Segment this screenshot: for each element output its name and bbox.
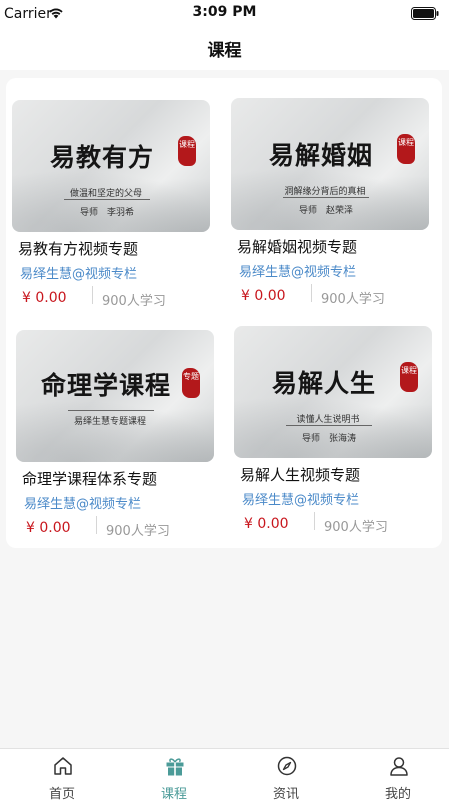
- thumbnail-teacher: 导师 赵荣泽: [298, 206, 353, 216]
- learner-count: 900人学习: [321, 292, 385, 307]
- course-card-yijie-rensheng[interactable]: 易解人生 课程 读懂人生说明书 导师 张海涛 易解人生视频专题 易绎生慧@视频专…: [234, 326, 439, 541]
- battery-icon: [411, 7, 439, 20]
- divider: [92, 286, 93, 304]
- course-author-link[interactable]: 易绎生慧@视频专栏: [239, 261, 356, 280]
- seal-icon: 课程: [178, 136, 196, 166]
- compass-icon: [277, 756, 297, 776]
- learner-count: 900人学习: [106, 524, 170, 539]
- course-card-yijie-hunyin[interactable]: 易解婚姻 课程 洞解缘分背后的真相 导师 赵荣泽 易解婚姻视频专题 易绎生慧@视…: [231, 98, 436, 313]
- thumbnail-title: 易解婚姻: [268, 141, 373, 170]
- user-icon: [390, 757, 408, 776]
- page-title: 课程: [207, 41, 242, 61]
- tab-label: 资讯: [272, 787, 299, 800]
- thumbnail-subtitle: 易绎生慧专题课程: [73, 417, 146, 427]
- tab-courses[interactable]: 课程: [118, 749, 230, 800]
- course-title[interactable]: 易教有方视频专题: [18, 238, 138, 259]
- course-title[interactable]: 易解人生视频专题: [240, 464, 360, 485]
- course-thumbnail[interactable]: 易解人生 课程 读懂人生说明书 导师 张海涛: [234, 326, 432, 458]
- course-price: ¥ 0.00: [22, 290, 67, 306]
- seal-icon: 课程: [400, 362, 418, 392]
- gift-icon: [166, 758, 184, 776]
- divider: [311, 284, 312, 302]
- course-thumbnail[interactable]: 易教有方 课程 做温和坚定的父母 导师 李羽希: [12, 100, 210, 232]
- tab-label: 首页: [48, 787, 75, 800]
- status-bar: Carrier 3:09 PM: [0, 0, 449, 26]
- divider-line: [286, 425, 372, 426]
- course-author-link[interactable]: 易绎生慧@视频专栏: [242, 489, 359, 508]
- seal-icon: 专题: [182, 368, 200, 398]
- course-price: ¥ 0.00: [241, 288, 286, 304]
- course-thumbnail[interactable]: 易解婚姻 课程 洞解缘分背后的真相 导师 赵荣泽: [231, 98, 429, 230]
- nav-bar: 课程: [0, 26, 449, 70]
- course-price: ¥ 0.00: [26, 520, 71, 536]
- course-card-yijiao[interactable]: 易教有方 课程 做温和坚定的父母 导师 李羽希 易教有方视频专题 易绎生慧@视频…: [12, 100, 217, 315]
- course-author-link[interactable]: 易绎生慧@视频专栏: [20, 263, 137, 282]
- course-card-minglixue[interactable]: 命理学课程 专题 易绎生慧专题课程 命理学课程体系专题 易绎生慧@视频专栏 ¥ …: [16, 330, 221, 545]
- status-time: 3:09 PM: [192, 4, 257, 20]
- thumbnail-subtitle: 读懂人生说明书: [296, 415, 360, 425]
- seal-icon: 课程: [397, 134, 415, 164]
- thumbnail-title: 命理学课程: [40, 371, 171, 400]
- tab-news[interactable]: 资讯: [230, 749, 342, 800]
- divider-line: [68, 410, 154, 411]
- thumbnail-title: 易教有方: [49, 143, 154, 172]
- course-author-link[interactable]: 易绎生慧@视频专栏: [24, 493, 141, 512]
- tab-label: 我的: [384, 787, 411, 800]
- tab-profile[interactable]: 我的: [342, 749, 449, 800]
- home-icon: [54, 757, 72, 775]
- course-grid: 易教有方 课程 做温和坚定的父母 导师 李羽希 易教有方视频专题 易绎生慧@视频…: [6, 78, 442, 548]
- tab-bar: 首页 课程 资讯 我的: [0, 748, 449, 800]
- divider-line: [64, 199, 150, 200]
- tab-home[interactable]: 首页: [6, 749, 118, 800]
- thumbnail-teacher: 导师 张海涛: [301, 434, 356, 444]
- course-title[interactable]: 易解婚姻视频专题: [237, 236, 357, 257]
- thumbnail-title: 易解人生: [271, 369, 376, 398]
- learner-count: 900人学习: [324, 520, 388, 535]
- thumbnail-subtitle: 做温和坚定的父母: [69, 189, 142, 199]
- learner-count: 900人学习: [102, 294, 166, 309]
- tab-label: 课程: [160, 787, 187, 800]
- thumbnail-subtitle: 洞解缘分背后的真相: [284, 187, 366, 197]
- divider: [314, 512, 315, 530]
- course-title[interactable]: 命理学课程体系专题: [22, 468, 157, 489]
- course-price: ¥ 0.00: [244, 516, 289, 532]
- course-thumbnail[interactable]: 命理学课程 专题 易绎生慧专题课程: [16, 330, 214, 462]
- thumbnail-teacher: 导师 李羽希: [79, 208, 134, 218]
- divider-line: [283, 197, 369, 198]
- divider: [96, 516, 97, 534]
